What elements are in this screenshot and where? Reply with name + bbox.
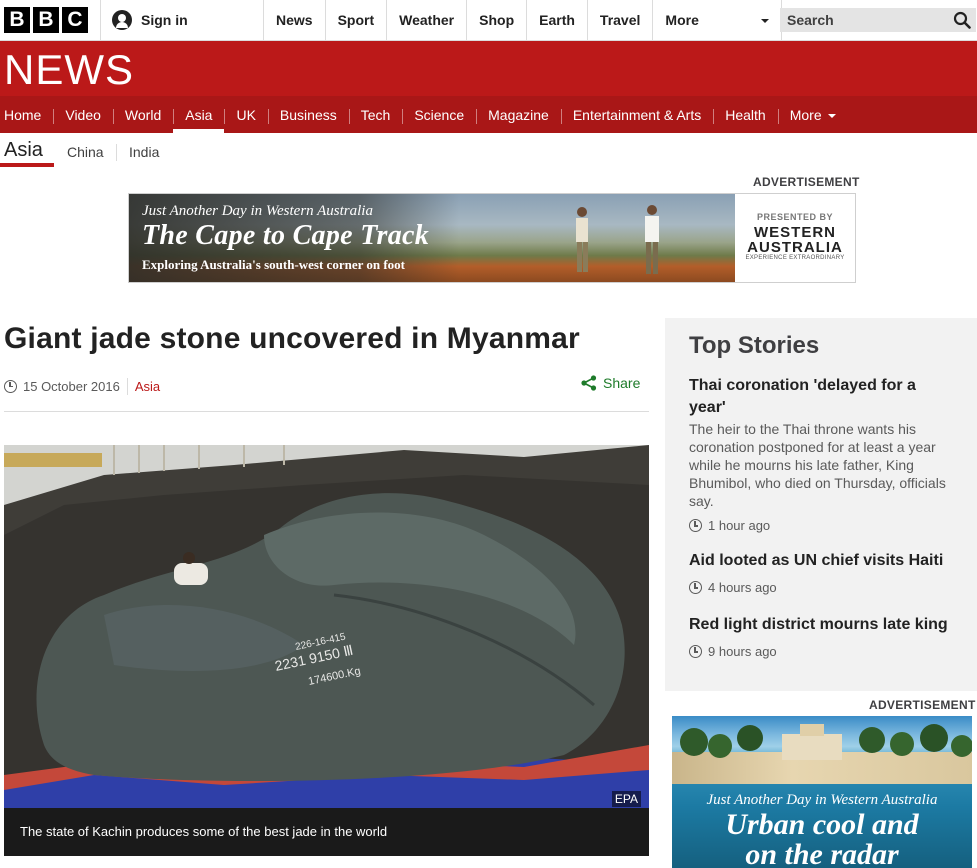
presented-by-label: PRESENTED BY [756,212,833,222]
divider [4,411,649,412]
logo-letter: B [33,7,59,33]
global-nav: News Sport Weather Shop Earth Travel Mor… [263,0,783,40]
news-nav-home[interactable]: Home [0,96,53,133]
news-nav-business[interactable]: Business [267,96,349,133]
share-label: Share [603,375,641,391]
clock-icon [689,519,702,532]
logo-letter: C [62,7,88,33]
news-nav-asia[interactable]: Asia [173,96,225,133]
side-ad-tagline: Just Another Day in Western Australia [706,792,938,808]
global-nav-shop[interactable]: Shop [466,0,526,40]
article-headline: Giant jade stone uncovered in Myanmar [4,322,580,355]
clock-icon [4,379,17,393]
subnav-item-china[interactable]: China [67,144,104,160]
top-story-time: 1 hour ago [708,518,771,533]
global-nav-earth[interactable]: Earth [526,0,587,40]
global-nav-news[interactable]: News [263,0,325,40]
advertisement-label: ADVERTISEMENT [753,175,860,189]
top-story-headline[interactable]: Aid looted as UN chief visits Haiti [689,550,957,572]
news-nav-entertainment-arts[interactable]: Entertainment & Arts [560,96,713,133]
news-nav-magazine[interactable]: Magazine [476,96,561,133]
article-meta: 15 October 2016 Asia [4,377,160,395]
banner-ad[interactable]: Just Another Day in Western Australia Th… [128,193,856,283]
side-ad[interactable]: Just Another Day in Western Australia Ur… [672,716,972,868]
banner-ad-headline: The Cape to Cape Track [142,220,430,251]
bbc-logo[interactable]: B B C [4,7,88,33]
top-story-time: 4 hours ago [708,580,777,595]
search-icon[interactable] [953,11,971,29]
search-input[interactable] [787,12,947,28]
share-icon [581,375,597,391]
hiker-figure [576,207,588,272]
chevron-down-icon [827,113,836,118]
global-header: B B C Sign in News Sport Weather Shop Ea… [0,0,977,41]
top-story-timestamp: 4 hours ago [689,580,957,595]
share-button[interactable]: Share [581,375,640,391]
subnav-active-indicator [0,163,54,167]
news-masthead: NEWS Home Video World Asia UK Business T… [0,41,977,133]
news-nav-uk[interactable]: UK [224,96,267,133]
divider [126,377,128,395]
top-story-item[interactable]: Thai coronation 'delayed for a year' The… [689,375,957,533]
global-nav-travel[interactable]: Travel [586,0,652,40]
news-nav-more-label: More [789,106,822,123]
global-nav-weather[interactable]: Weather [386,0,466,40]
global-nav-more[interactable]: More [652,0,783,40]
top-story-headline[interactable]: Red light district mourns late king [689,614,957,636]
hiker-figure [645,205,659,274]
top-story-timestamp: 9 hours ago [689,644,957,659]
article-date: 15 October 2016 [23,378,120,394]
search-box [780,8,976,32]
news-nav-more[interactable]: More [777,96,848,133]
signin-link[interactable]: Sign in [100,0,263,40]
news-nav-science[interactable]: Science [402,96,476,133]
top-story-headline[interactable]: Thai coronation 'delayed for a year' [689,375,957,419]
advertisement-label: ADVERTISEMENT [869,698,976,712]
news-nav: Home Video World Asia UK Business Tech S… [0,96,977,133]
user-icon [112,10,132,30]
clock-icon [689,645,702,658]
top-story-timestamp: 1 hour ago [689,518,957,533]
side-ad-headline-line: Urban cool and [725,808,919,841]
image-credit: EPA [611,791,641,807]
news-nav-world[interactable]: World [112,96,173,133]
top-story-summary: The heir to the Thai throne wants his co… [689,421,946,509]
global-nav-sport[interactable]: Sport [324,0,387,40]
top-story-time: 9 hours ago [708,644,777,659]
global-nav-more-label: More [665,12,699,28]
jade-stone-photo: 226-16-415 2231 9150 Ⅲ 174600.Kg [4,445,649,808]
western-australia-logo: PRESENTED BY WESTERN AUSTRALIA EXPERIENC… [735,194,855,282]
top-story-item[interactable]: Red light district mourns late king 9 ho… [689,614,957,659]
brand-name: WESTERN AUSTRALIA [747,224,843,256]
article-main-image: 226-16-415 2231 9150 Ⅲ 174600.Kg EPA The… [4,445,649,856]
news-title[interactable]: NEWS [4,49,134,91]
brand-tagline: EXPERIENCE EXTRAORDINARY [745,255,845,261]
divider [116,144,117,161]
subnav-current-section[interactable]: Asia [4,139,43,162]
clock-icon [689,581,702,594]
logo-letter: B [4,7,30,33]
news-nav-health[interactable]: Health [713,96,777,133]
banner-ad-tagline: Just Another Day in Western Australia [142,203,373,219]
side-ad-skyline [680,724,972,760]
top-stories-panel: Top Stories Thai coronation 'delayed for… [665,318,977,691]
top-story-item[interactable]: Aid looted as UN chief visits Haiti 4 ho… [689,550,957,595]
news-nav-video[interactable]: Video [53,96,113,133]
image-caption: The state of Kachin produces some of the… [4,808,649,856]
section-subnav: Asia China India [0,133,977,169]
news-nav-tech[interactable]: Tech [348,96,403,133]
chevron-down-icon [761,19,770,23]
subnav-item-india[interactable]: India [129,144,159,160]
side-ad-headline-line: on the radar [745,838,899,868]
banner-ad-subline: Exploring Australia's south-west corner … [142,257,406,272]
side-ad-headline: Urban cool and on the radar [672,810,972,868]
signin-label: Sign in [141,12,188,28]
top-stories-title: Top Stories [689,332,820,359]
article-category-link[interactable]: Asia [135,379,160,394]
